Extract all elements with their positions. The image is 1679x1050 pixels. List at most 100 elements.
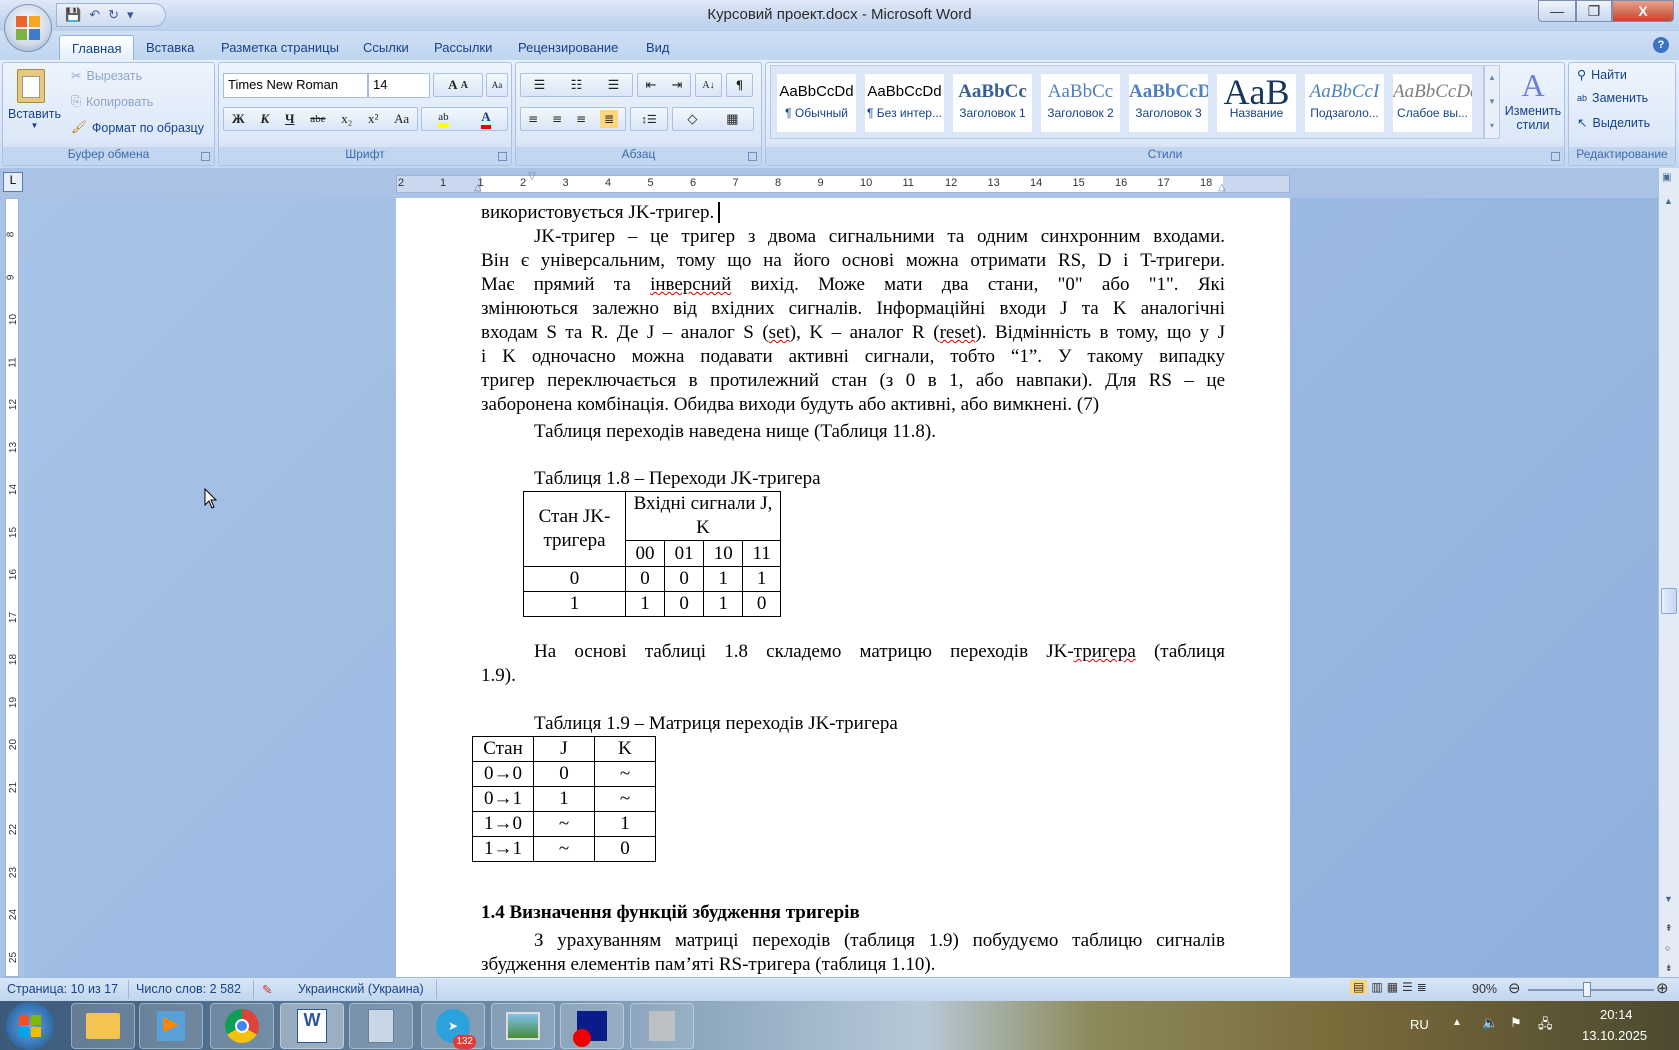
misspelled-word[interactable]: тригера [1074, 641, 1136, 662]
start-button[interactable] [6, 1002, 54, 1050]
network-icon[interactable]: 🖧 [1538, 1015, 1553, 1037]
volume-icon[interactable]: 🔈 [1482, 1015, 1498, 1031]
strikethrough-button[interactable]: abe [310, 113, 325, 125]
tab-view[interactable]: Вид [634, 35, 682, 60]
taskbar-chrome[interactable] [210, 1003, 274, 1049]
taskbar-explorer[interactable] [71, 1003, 135, 1049]
underline-button[interactable]: Ч [285, 111, 295, 127]
misspelled-word[interactable]: інверсний [650, 274, 731, 295]
dialog-launcher-icon[interactable] [201, 152, 210, 161]
scroll-up-icon[interactable]: ▲ [1664, 196, 1673, 206]
bold-button[interactable]: Ж [232, 111, 245, 127]
close-button[interactable]: X [1612, 0, 1674, 22]
font-name-select[interactable]: Times New Roman [223, 73, 368, 98]
misspelled-word[interactable]: set [769, 322, 790, 343]
full-reading-view-button[interactable]: ▥ [1371, 980, 1382, 994]
multilevel-list-button[interactable]: ☰ [608, 77, 620, 93]
italic-button[interactable]: К [260, 111, 269, 127]
horizontal-ruler[interactable]: L 2 1 1 2 3 4 5 6 7 8 9 10 11 12 13 14 15 16 17 18 ▽ △ △ [0, 168, 1679, 198]
format-painter-button[interactable]: 🖌 Формат по образцу [71, 120, 204, 135]
clock-date[interactable]: 13.10.2025 [1582, 1028, 1647, 1043]
scroll-thumb[interactable] [1661, 588, 1677, 614]
style-3[interactable]: AaBbCc Заголовок 2 [1041, 74, 1120, 132]
tab-review[interactable]: Рецензирование [506, 35, 630, 60]
taskbar-photo-viewer[interactable] [491, 1003, 555, 1049]
dialog-launcher-icon[interactable] [1551, 152, 1560, 161]
grow-font-button[interactable]: A A [433, 73, 483, 97]
help-icon[interactable]: ? [1653, 37, 1669, 53]
taskbar-telegram[interactable]: ➤ 132 [421, 1003, 485, 1049]
tab-references[interactable]: Ссылки [351, 35, 421, 60]
styles-scrollbar[interactable]: ▲ ▼ ▾ [1484, 65, 1500, 139]
justify-button[interactable]: ≣ [599, 110, 619, 128]
browse-buttons[interactable]: ⇞ ○ ⇟ [1665, 918, 1673, 978]
taskbar-media-player[interactable]: ▶ [139, 1003, 203, 1049]
cut-button[interactable]: ✂ Вырезать [71, 68, 142, 84]
tab-mailings[interactable]: Рассылки [422, 35, 504, 60]
vertical-ruler[interactable]: 8 9 10 11 12 13 14 15 16 17 18 19 20 21 22 23 24 25 [0, 198, 24, 977]
action-center-icon[interactable]: ⚑ [1510, 1015, 1522, 1031]
style-5[interactable]: AaB Название [1217, 74, 1296, 132]
tab-page-layout[interactable]: Разметка страницы [209, 35, 351, 60]
line-spacing-button[interactable]: ↕☰ [630, 107, 668, 131]
zoom-in-button[interactable]: ⊕ [1656, 979, 1669, 997]
view-ruler-icon[interactable]: ▣ [1662, 172, 1671, 183]
subscript-button[interactable]: x₂ [341, 111, 352, 127]
draft-view-button[interactable]: ≣ [1417, 980, 1427, 994]
shading-button[interactable]: ◇ [687, 111, 697, 127]
clear-format-button[interactable]: Aa [486, 73, 508, 97]
proofing-icon[interactable]: ✎ [262, 982, 272, 997]
office-button[interactable] [4, 4, 52, 52]
font-color-button[interactable]: A [481, 109, 491, 129]
undo-icon[interactable]: ↶ [89, 7, 100, 23]
right-indent-marker[interactable]: △ [1218, 182, 1226, 193]
sort-button[interactable]: A↓ [695, 73, 722, 97]
tab-selector-button[interactable]: L [3, 172, 23, 192]
style-0[interactable]: AaBbCcDd ¶ Обычный [777, 74, 856, 132]
vertical-scrollbar[interactable]: ▣ ▲ ▼ ⇞ ○ ⇟ [1658, 168, 1679, 977]
borders-button[interactable]: ▦ [726, 111, 738, 127]
bullets-button[interactable]: ☰ [534, 77, 546, 93]
web-layout-view-button[interactable]: ▦ [1387, 980, 1398, 994]
decrease-indent-button[interactable]: ⇤ [646, 77, 657, 93]
redo-icon[interactable]: ↻ [108, 7, 119, 23]
left-indent-marker[interactable]: △ [474, 182, 482, 193]
print-layout-view-button[interactable]: ▤ [1350, 980, 1368, 994]
dialog-launcher-icon[interactable] [498, 152, 507, 161]
document-page[interactable]: використовується JK-тригер. JK-тригер – … [396, 198, 1290, 977]
style-4[interactable]: AaBbCcD Заголовок 3 [1129, 74, 1208, 132]
find-button[interactable]: ⚲ Найти [1577, 67, 1627, 83]
change-styles-button[interactable]: A Изменить стили [1504, 67, 1562, 132]
taskbar-word[interactable]: W [280, 1003, 344, 1049]
zoom-level[interactable]: 90% [1472, 982, 1497, 996]
outline-view-button[interactable]: ☰ [1402, 980, 1413, 994]
style-6[interactable]: AaBbCcI Подзаголо... [1305, 74, 1384, 132]
numbering-button[interactable]: ☷ [571, 77, 583, 93]
change-case-button[interactable]: Аа [394, 111, 409, 127]
paste-button[interactable]: Вставить ▼ [8, 107, 61, 130]
align-right-button[interactable]: ≡ [576, 112, 586, 126]
first-line-indent-marker[interactable]: ▽ [528, 171, 536, 182]
page-count[interactable]: Страница: 10 из 17 [7, 982, 118, 996]
language[interactable]: Украинский (Украина) [298, 982, 424, 996]
language-indicator[interactable]: RU [1410, 1017, 1429, 1032]
scroll-down-icon[interactable]: ▼ [1664, 894, 1673, 904]
zoom-out-button[interactable]: ⊖ [1508, 979, 1521, 997]
style-2[interactable]: AaBbCc Заголовок 1 [953, 74, 1032, 132]
customize-qat-icon[interactable]: ▾ [127, 7, 134, 23]
dialog-launcher-icon[interactable] [748, 152, 757, 161]
taskbar-app[interactable] [630, 1003, 694, 1049]
copy-button[interactable]: ⎘ Копировать [71, 94, 153, 109]
replace-button[interactable]: ab Заменить [1577, 91, 1648, 105]
show-hidden-icons[interactable]: ▲ [1452, 1017, 1462, 1028]
increase-indent-button[interactable]: ⇥ [672, 77, 683, 93]
style-1[interactable]: AaBbCcDd ¶ Без интер... [865, 74, 944, 132]
show-formatting-button[interactable]: ¶ [726, 73, 753, 97]
zoom-slider[interactable] [1528, 982, 1654, 997]
shrink-font-icon[interactable]: A [461, 80, 468, 91]
minimize-button[interactable]: — [1538, 0, 1576, 22]
save-icon[interactable]: 💾 [65, 7, 81, 23]
taskbar-oscilloscope-app[interactable] [560, 1003, 624, 1049]
style-7[interactable]: AaBbCcDd Слабое вы... [1393, 74, 1472, 132]
superscript-button[interactable]: x² [368, 111, 378, 127]
